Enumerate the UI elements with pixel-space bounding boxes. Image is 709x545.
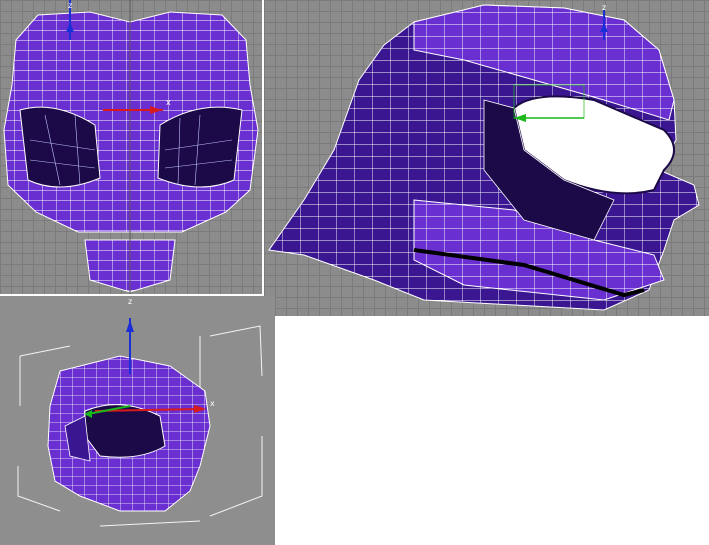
front-x-label: x [166, 98, 171, 107]
front-view-canvas: z x [3, 0, 259, 294]
perspective-view-canvas: z x [17, 297, 263, 527]
viewport-perspective[interactable]: z x [0, 296, 275, 545]
front-z-label: z [68, 1, 72, 10]
side-head-mesh [268, 4, 700, 311]
side-view-canvas: z [268, 3, 700, 311]
viewport-side[interactable]: z [264, 0, 709, 316]
persp-x-label: x [210, 399, 215, 408]
front-head-mesh [3, 0, 259, 294]
empty-area [275, 316, 709, 545]
persp-z-label: z [128, 297, 132, 306]
perspective-head-mesh [47, 355, 211, 512]
viewport-front[interactable]: z x [0, 0, 262, 294]
side-z-label: z [602, 3, 606, 12]
